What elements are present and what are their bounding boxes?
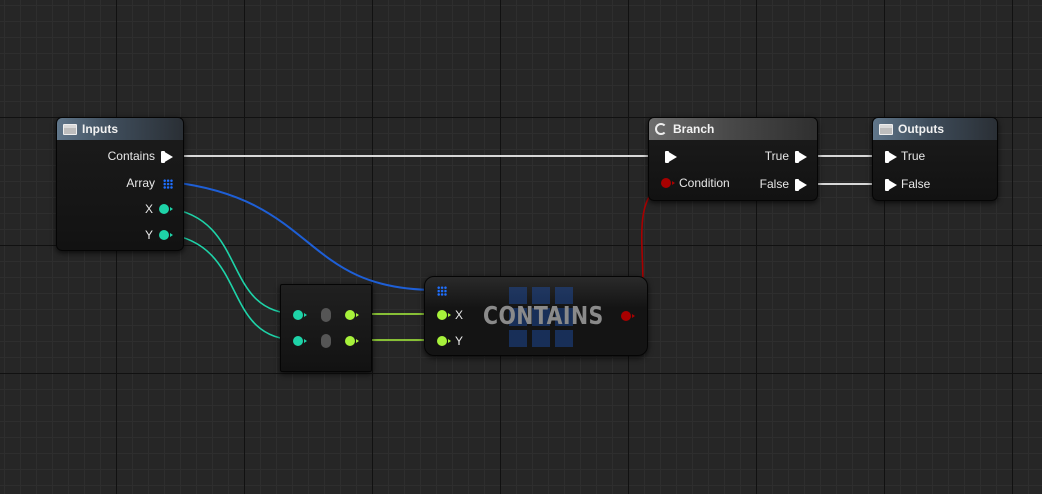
array-pin-icon[interactable] xyxy=(163,179,173,189)
pin-label-y: Y xyxy=(455,334,464,348)
float-out-pin-y-icon[interactable] xyxy=(159,230,173,240)
pin-label-contains: Contains xyxy=(107,149,155,163)
branch-icon xyxy=(655,123,667,135)
vector-out-pin-x-icon[interactable] xyxy=(345,310,359,320)
float-wire-y xyxy=(167,233,299,341)
pin-label-true: True xyxy=(901,149,926,163)
pin-label-condition: Condition xyxy=(679,176,730,190)
inputs-node-title: Inputs xyxy=(82,122,118,136)
inputs-node-header[interactable]: Inputs xyxy=(57,118,183,140)
exec-in-pin-icon[interactable] xyxy=(665,151,677,163)
struct-icon xyxy=(63,123,77,135)
float-wire-x xyxy=(167,207,299,315)
contains-node-title: CONTAINS xyxy=(483,301,604,330)
contains-node[interactable]: CONTAINS X Y xyxy=(424,276,648,356)
knot-icon xyxy=(321,308,331,322)
outputs-node-header[interactable]: Outputs xyxy=(873,118,997,140)
branch-node-title: Branch xyxy=(673,122,715,136)
knot-icon xyxy=(321,334,331,348)
outputs-node[interactable]: Outputs True False xyxy=(872,117,998,201)
float-out-pin-x-icon[interactable] xyxy=(159,204,173,214)
outputs-node-title: Outputs xyxy=(898,122,944,136)
exec-out-pin-true-icon[interactable] xyxy=(795,151,807,163)
pin-label-y: Y xyxy=(144,228,153,242)
pin-label-x: X xyxy=(144,202,153,216)
struct-icon xyxy=(879,123,893,135)
float-in-pin-x-icon[interactable] xyxy=(293,310,307,320)
array-in-pin-icon[interactable] xyxy=(437,286,447,296)
exec-out-pin-false-icon[interactable] xyxy=(795,179,807,191)
bool-out-pin-icon[interactable] xyxy=(621,311,635,321)
array-wire xyxy=(171,181,437,291)
exec-in-pin-true-icon[interactable] xyxy=(885,151,897,163)
branch-node[interactable]: Branch True Condition False xyxy=(648,117,818,201)
float-in-pin-y-icon[interactable] xyxy=(293,336,307,346)
pin-label-false: False xyxy=(759,177,789,191)
exec-out-pin-icon[interactable] xyxy=(161,151,173,163)
vector-in-pin-y-icon[interactable] xyxy=(437,336,451,346)
pin-label-x: X xyxy=(455,308,464,322)
vector-in-pin-x-icon[interactable] xyxy=(437,310,451,320)
bool-in-pin-icon[interactable] xyxy=(661,178,675,188)
exec-in-pin-false-icon[interactable] xyxy=(885,179,897,191)
make-vector-node[interactable] xyxy=(280,284,372,372)
inputs-node[interactable]: Inputs Contains Array X Y xyxy=(56,117,184,251)
vector-out-pin-y-icon[interactable] xyxy=(345,336,359,346)
pin-label-false: False xyxy=(901,177,931,191)
pin-label-true: True xyxy=(764,149,789,163)
branch-node-header[interactable]: Branch xyxy=(649,118,817,140)
pin-label-array: Array xyxy=(126,176,155,190)
